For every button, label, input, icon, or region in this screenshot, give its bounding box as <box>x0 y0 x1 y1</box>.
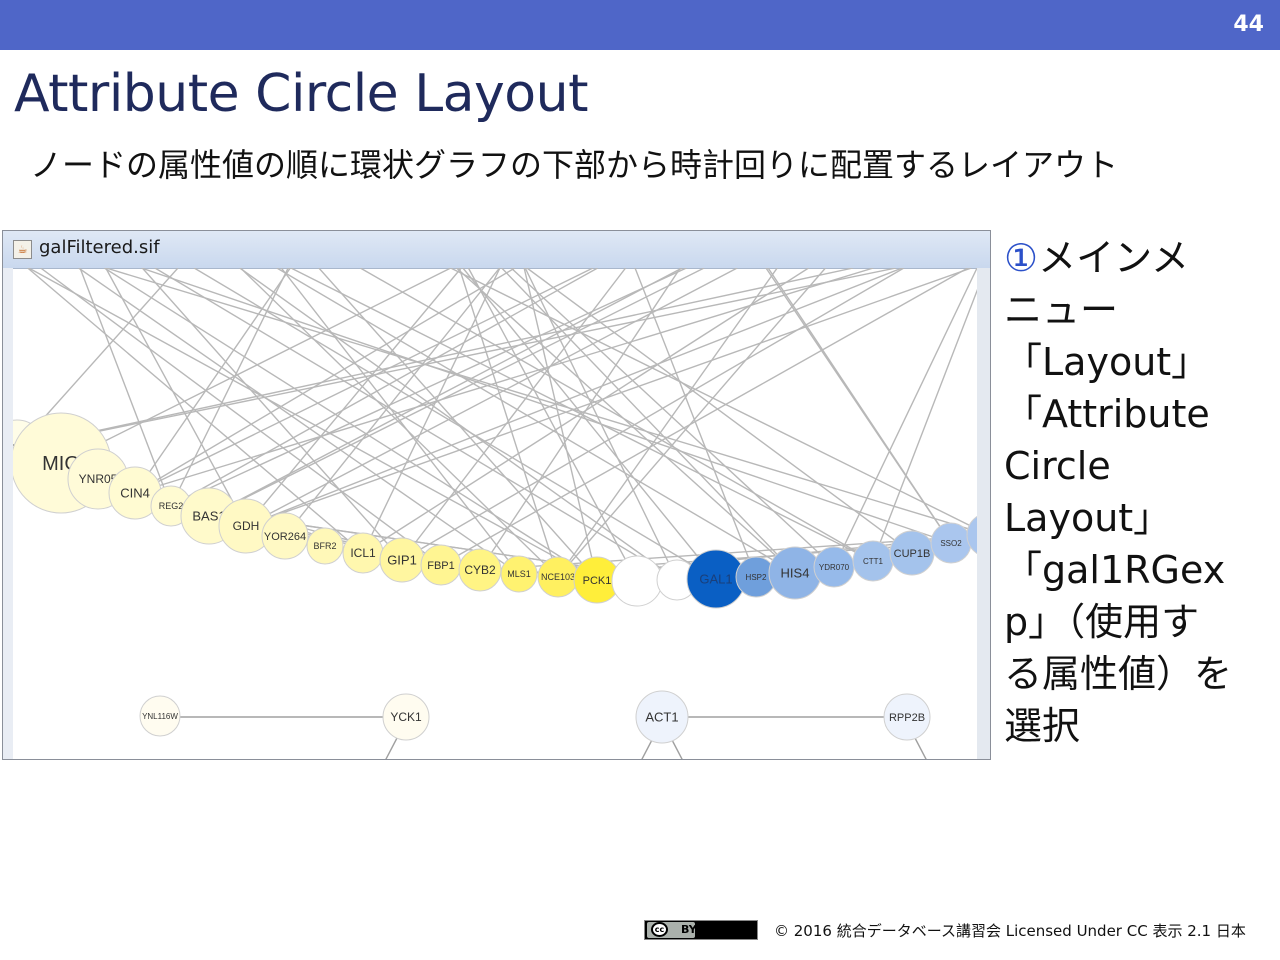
java-app-icon: ☕ <box>13 240 32 259</box>
node-label: YNL116W <box>142 712 178 721</box>
node-unlabeled-16[interactable] <box>611 555 663 607</box>
node-cup1b[interactable]: CUP1B <box>889 530 935 576</box>
instruction-line-4: 「Attribute <box>1004 392 1210 436</box>
node-label: CUP1B <box>894 548 931 560</box>
node-sso2[interactable]: SSO2 <box>930 522 972 564</box>
window-left-border <box>3 268 13 759</box>
circled-number: ① <box>1004 236 1039 280</box>
node-ydr070[interactable]: YDR070 <box>813 546 855 588</box>
network-canvas[interactable]: YF3MIGYNR05CIN4REG2BAS1GDHYOR264BFR2ICL1… <box>13 268 979 760</box>
instruction-line-2: ニュー <box>1004 288 1119 332</box>
node-label: ICL1 <box>350 546 376 560</box>
window-titlebar[interactable]: ☕ galFiltered.sif <box>3 231 990 269</box>
page-number: 44 <box>1233 12 1264 37</box>
cc-by-badge[interactable]: cc BY <box>644 920 758 940</box>
node-icl1[interactable]: ICL1 <box>342 532 384 574</box>
creative-commons-icon: cc <box>651 922 668 937</box>
instruction-text: ①メインメ ニュー 「Layout」 「Attribute Circle Lay… <box>1004 232 1274 752</box>
node-label: HIS4 <box>781 566 810 581</box>
node-label: YOR264 <box>264 531 306 543</box>
network-nodes: YF3MIGYNR05CIN4REG2BAS1GDHYOR264BFR2ICL1… <box>13 412 979 744</box>
node-cyb2[interactable]: CYB2 <box>458 548 502 592</box>
node-label: SSO2 <box>940 539 962 548</box>
lower-edges <box>180 716 927 759</box>
node-label: YDR070 <box>819 563 850 572</box>
lower-node-act1[interactable]: ACT1 <box>635 690 689 744</box>
instruction-line-3: 「Layout」 <box>1004 340 1210 384</box>
node-label: CTT1 <box>863 557 884 566</box>
footer-copyright: © 2016 統合データベース講習会 Licensed Under CC 表示 … <box>774 922 1246 940</box>
node-bfr2[interactable]: BFR2 <box>306 527 344 565</box>
instruction-line-9: る属性値）を <box>1004 652 1233 696</box>
instruction-line-8: p」（使用す <box>1004 600 1200 644</box>
node-gip1[interactable]: GIP1 <box>379 537 425 583</box>
node-label: HSP2 <box>746 573 767 582</box>
instruction-line-7: 「gal1RGex <box>1004 548 1226 592</box>
window-title: galFiltered.sif <box>39 237 160 258</box>
slide-subtitle: ノードの属性値の順に環状グラフの下部から時計回りに配置するレイアウト <box>30 146 1119 184</box>
slide-title: Attribute Circle Layout <box>14 64 588 124</box>
instruction-line-10: 選択 <box>1004 704 1081 748</box>
cytoscape-network-window[interactable]: ☕ galFiltered.sif YF3MIGYNR05CIN4REG2BAS… <box>2 230 991 760</box>
network-edges <box>16 268 979 582</box>
node-label: RPP2B <box>889 712 925 724</box>
node-yor264[interactable]: YOR264 <box>261 512 309 560</box>
node-label: ACT1 <box>645 710 678 725</box>
instruction-line-1: ①メインメ <box>1004 236 1189 280</box>
node-label: GIP1 <box>387 553 417 568</box>
cc-by-label: BY <box>681 923 697 936</box>
node-label: BFR2 <box>313 541 336 551</box>
node-label: YCK1 <box>390 710 422 724</box>
node-label: GAL1 <box>699 572 732 587</box>
node-label: FBP1 <box>427 560 455 572</box>
node-label: CYB2 <box>464 563 496 577</box>
node-label: NCE103 <box>541 572 575 582</box>
window-scroll-edge[interactable] <box>977 268 990 759</box>
node-fbp1[interactable]: FBP1 <box>420 544 462 586</box>
instruction-line-6: Layout」 <box>1004 496 1172 540</box>
node-label: PCK1 <box>583 575 612 587</box>
node-label: MLS1 <box>507 569 531 579</box>
node-label: REG2 <box>159 501 184 511</box>
lower-node-ynl116w[interactable]: YNL116W <box>139 695 181 737</box>
header-bar: 44 <box>0 0 1280 50</box>
node-mls1[interactable]: MLS1 <box>500 555 538 593</box>
node-ctt1[interactable]: CTT1 <box>852 540 894 582</box>
lower-node-yck1[interactable]: YCK1 <box>382 693 430 741</box>
node-label: CIN4 <box>120 486 150 501</box>
instruction-line-5: Circle <box>1004 444 1111 488</box>
node-label: GDH <box>233 519 260 533</box>
node-his4[interactable]: HIS4 <box>768 546 822 600</box>
node-nce103[interactable]: NCE103 <box>537 556 579 598</box>
lower-node-rpp2b[interactable]: RPP2B <box>883 693 931 741</box>
